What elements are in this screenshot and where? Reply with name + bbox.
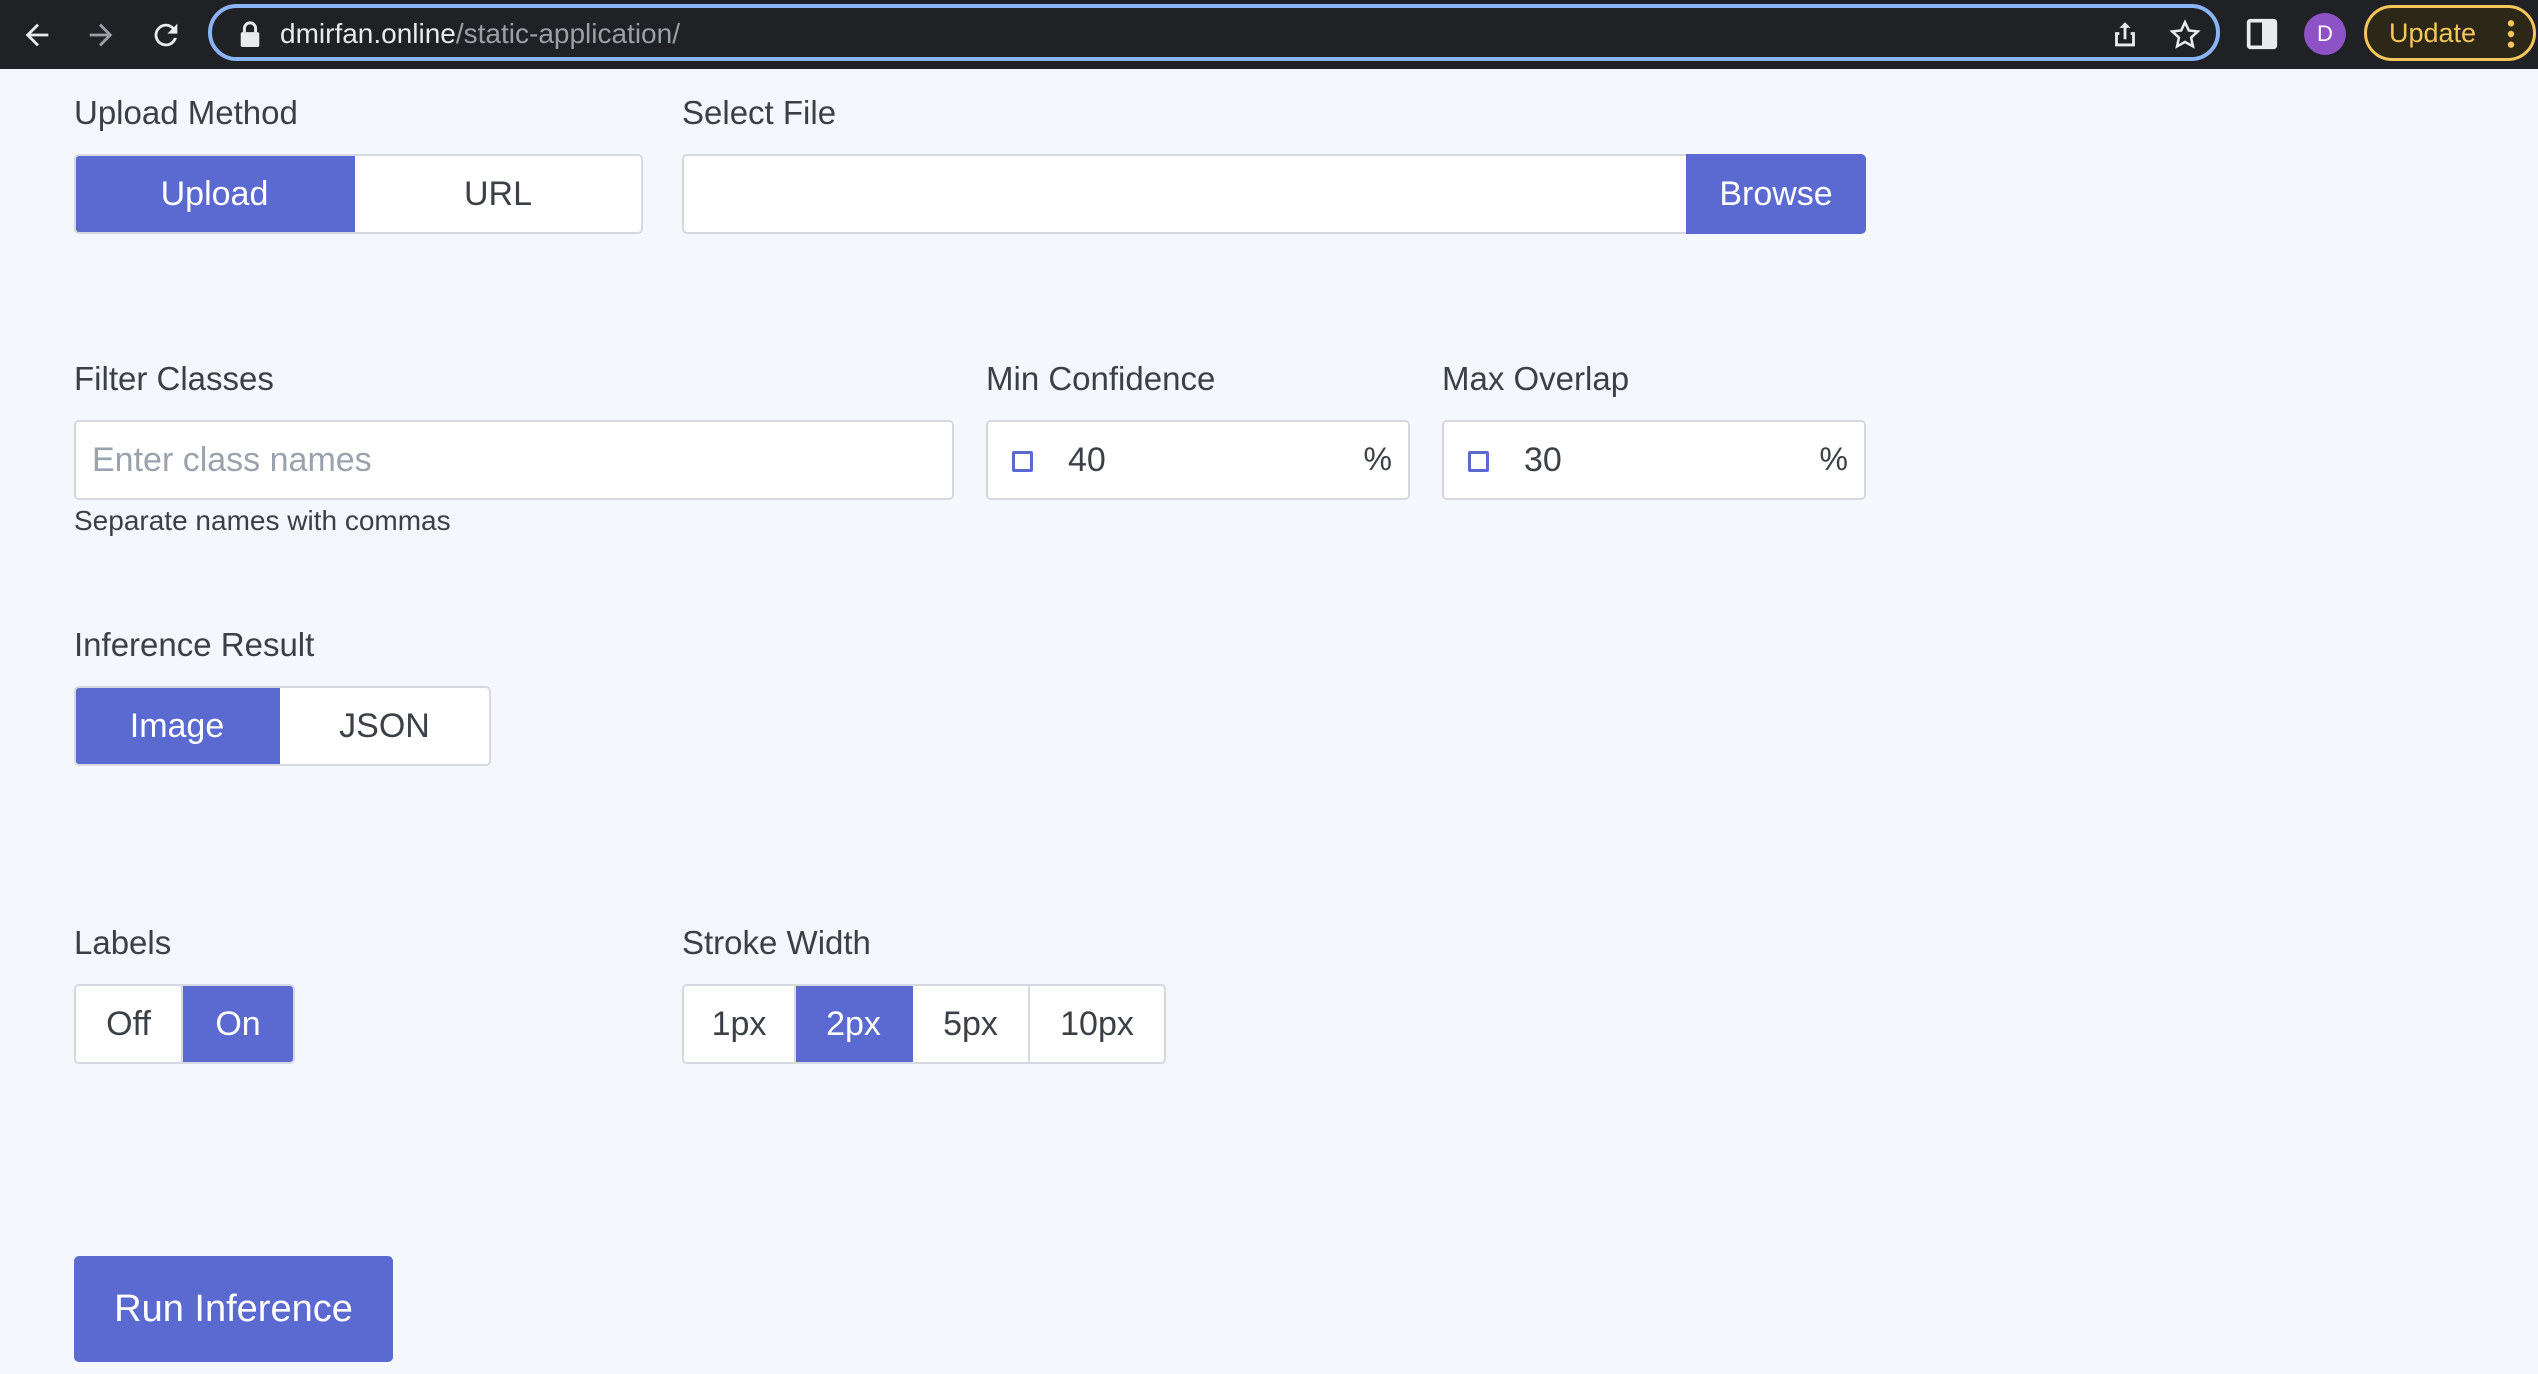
labels-on-option[interactable]: On xyxy=(183,986,293,1062)
labels-off-option[interactable]: Off xyxy=(76,986,184,1062)
filter-classes-placeholder: Enter class names xyxy=(92,440,372,479)
checkbox-square-icon xyxy=(1012,451,1033,472)
inference-result-image-option[interactable]: Image xyxy=(76,688,281,764)
min-confidence-label: Min Confidence xyxy=(986,360,1216,397)
url-path: /static-application/ xyxy=(455,18,680,49)
inference-result-toggle: Image JSON xyxy=(74,686,491,766)
url-text[interactable]: dmirfan.online/static-application/ xyxy=(280,18,680,50)
stroke-width-1px-option[interactable]: 1px xyxy=(684,986,796,1062)
url-host: dmirfan.online xyxy=(280,18,456,49)
share-icon[interactable] xyxy=(2108,18,2142,52)
stroke-width-5px-option[interactable]: 5px xyxy=(913,986,1030,1062)
inference-result-json-option[interactable]: JSON xyxy=(280,688,489,764)
upload-method-upload-option[interactable]: Upload xyxy=(76,156,356,232)
labels-label: Labels xyxy=(74,924,172,961)
browser-toolbar: dmirfan.online/static-application/ D Upd… xyxy=(0,0,2538,69)
upload-method-url-option[interactable]: URL xyxy=(355,156,641,232)
percent-unit: % xyxy=(1363,441,1392,477)
back-icon[interactable] xyxy=(12,10,62,60)
side-panel-icon[interactable] xyxy=(2242,14,2282,54)
file-path-input[interactable] xyxy=(682,154,1688,234)
inference-result-label: Inference Result xyxy=(74,626,315,663)
upload-method-toggle: Upload URL xyxy=(74,154,643,234)
stroke-width-toggle: 1px 2px 5px 10px xyxy=(682,984,1166,1064)
max-overlap-value: 30 xyxy=(1524,441,1562,479)
run-inference-button[interactable]: Run Inference xyxy=(74,1256,393,1362)
filter-classes-help: Separate names with commas xyxy=(74,505,451,536)
update-label: Update xyxy=(2389,17,2477,48)
min-confidence-input[interactable]: 40 % xyxy=(986,420,1410,500)
labels-toggle: Off On xyxy=(74,984,295,1064)
percent-unit: % xyxy=(1819,441,1848,477)
stroke-width-label: Stroke Width xyxy=(682,924,871,961)
more-menu-icon[interactable] xyxy=(2507,18,2515,50)
address-bar[interactable]: dmirfan.online/static-application/ xyxy=(208,4,2220,61)
bookmark-star-icon[interactable] xyxy=(2168,18,2202,52)
filter-classes-input[interactable]: Enter class names xyxy=(74,420,954,500)
min-confidence-value: 40 xyxy=(1068,441,1106,479)
forward-icon[interactable] xyxy=(76,10,126,60)
checkbox-square-icon xyxy=(1468,451,1489,472)
max-overlap-label: Max Overlap xyxy=(1442,360,1630,397)
max-overlap-input[interactable]: 30 % xyxy=(1442,420,1866,500)
filter-classes-label: Filter Classes xyxy=(74,360,274,397)
reload-icon[interactable] xyxy=(141,10,191,60)
upload-method-label: Upload Method xyxy=(74,94,298,131)
stroke-width-2px-option[interactable]: 2px xyxy=(796,986,913,1062)
select-file-label: Select File xyxy=(682,94,837,131)
stroke-width-10px-option[interactable]: 10px xyxy=(1030,986,1164,1062)
profile-avatar[interactable]: D xyxy=(2304,13,2346,55)
browse-button[interactable]: Browse xyxy=(1686,154,1866,234)
update-button[interactable]: Update xyxy=(2364,5,2536,61)
lock-icon[interactable] xyxy=(238,21,262,47)
